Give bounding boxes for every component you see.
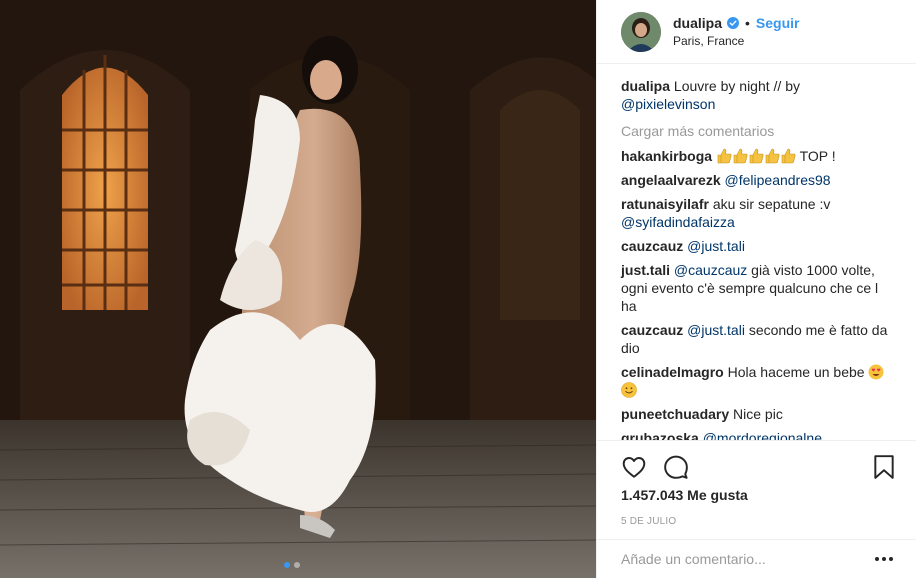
comment-text: Nice pic [733, 406, 783, 422]
likes-count[interactable]: 1.457.043 Me gusta [621, 487, 893, 503]
bookmark-icon[interactable] [871, 454, 897, 480]
verified-badge-icon [727, 17, 740, 29]
comment-mention[interactable]: @felipeandres98 [725, 172, 831, 188]
caption-mention[interactable]: @pixielevinson [621, 96, 715, 112]
comment-item: puneetchuadary Nice pic [621, 405, 893, 423]
header-separator: • [745, 15, 750, 31]
comment-item: just.tali @cauzcauz già visto 1000 volte… [621, 261, 893, 315]
more-dot [875, 557, 879, 561]
comment-input[interactable] [621, 551, 873, 567]
comment-mention[interactable]: @syifadindafaizza [621, 214, 735, 230]
thumbs-up-icon [717, 148, 732, 164]
post-header-text: dualipa • Seguir Paris, France [673, 15, 800, 48]
comment-mention[interactable]: @mordoregionalne [703, 430, 822, 440]
load-more-comments-button[interactable]: Cargar más comentarios [621, 122, 893, 140]
comment-text: Hola haceme un bebe [727, 364, 865, 380]
comment-mention[interactable]: @just.tali [687, 322, 745, 338]
post-caption: dualipa Louvre by night // by @pixielevi… [621, 77, 893, 113]
carousel-dot-active[interactable] [284, 562, 290, 568]
comment-item: celinadelmagro Hola haceme un bebe [621, 363, 893, 399]
comment-author[interactable]: puneetchuadary [621, 406, 729, 422]
comment-item: ratunaisyilafr aku sir sepatune :v @syif… [621, 195, 893, 231]
more-options-icon[interactable] [873, 549, 893, 569]
comment-text: TOP ! [799, 148, 836, 164]
comment-author[interactable]: grubazoska [621, 430, 699, 440]
thumbs-up-icon [781, 148, 796, 164]
add-comment-bar [597, 539, 916, 578]
post-header-line: dualipa • Seguir [673, 15, 800, 31]
comment-author[interactable]: cauzcauz [621, 238, 683, 254]
post-photo[interactable] [0, 0, 596, 578]
comment-author[interactable]: celinadelmagro [621, 364, 724, 380]
comment-author[interactable]: just.tali [621, 262, 670, 278]
speech-bubble-icon[interactable] [663, 454, 689, 480]
more-dot [889, 557, 893, 561]
comment-mention[interactable]: @cauzcauz [674, 262, 747, 278]
carousel-dot[interactable] [294, 562, 300, 568]
post-image [0, 0, 596, 578]
comment-author[interactable]: angelaalvarezk [621, 172, 721, 188]
thumbs-up-emoji-group [716, 148, 800, 164]
comments-list[interactable]: dualipa Louvre by night // by @pixielevi… [597, 64, 916, 440]
carousel-indicator [284, 562, 300, 568]
follow-button[interactable]: Seguir [756, 15, 800, 31]
post-date[interactable]: 5 DE JULIO [621, 516, 893, 527]
more-dot [882, 557, 886, 561]
post-header: dualipa • Seguir Paris, France [597, 0, 916, 64]
caption-text: Louvre by night // by [673, 78, 800, 94]
heart-icon[interactable] [621, 454, 647, 480]
avatar-image [621, 11, 661, 52]
comment-item: angelaalvarezk @felipeandres98 [621, 171, 893, 189]
action-bar [621, 441, 894, 487]
smiley-emoji-icon [621, 382, 637, 398]
thumbs-up-icon [749, 148, 764, 164]
username-link[interactable]: dualipa [673, 15, 722, 31]
comment-item: cauzcauz @just.tali secondo me è fatto d… [621, 321, 893, 357]
comment-item: hakankirboga TOP ! [621, 147, 893, 165]
comment-item: cauzcauz @just.tali [621, 237, 893, 255]
heart-eyes-emoji-icon [868, 364, 884, 380]
comment-author[interactable]: hakankirboga [621, 148, 712, 164]
caption-author[interactable]: dualipa [621, 78, 670, 94]
thumbs-up-icon [765, 148, 780, 164]
comment-item: grubazoska @mordoregionalne [621, 429, 893, 440]
comment-author[interactable]: ratunaisyilafr [621, 196, 709, 212]
avatar[interactable] [621, 11, 661, 52]
post-side-panel: dualipa • Seguir Paris, France dualipa L… [596, 0, 916, 578]
comment-author[interactable]: cauzcauz [621, 322, 683, 338]
thumbs-up-icon [733, 148, 748, 164]
comment-mention[interactable]: @just.tali [687, 238, 745, 254]
comment-text: aku sir sepatune :v [712, 196, 831, 212]
location-link[interactable]: Paris, France [673, 34, 800, 48]
